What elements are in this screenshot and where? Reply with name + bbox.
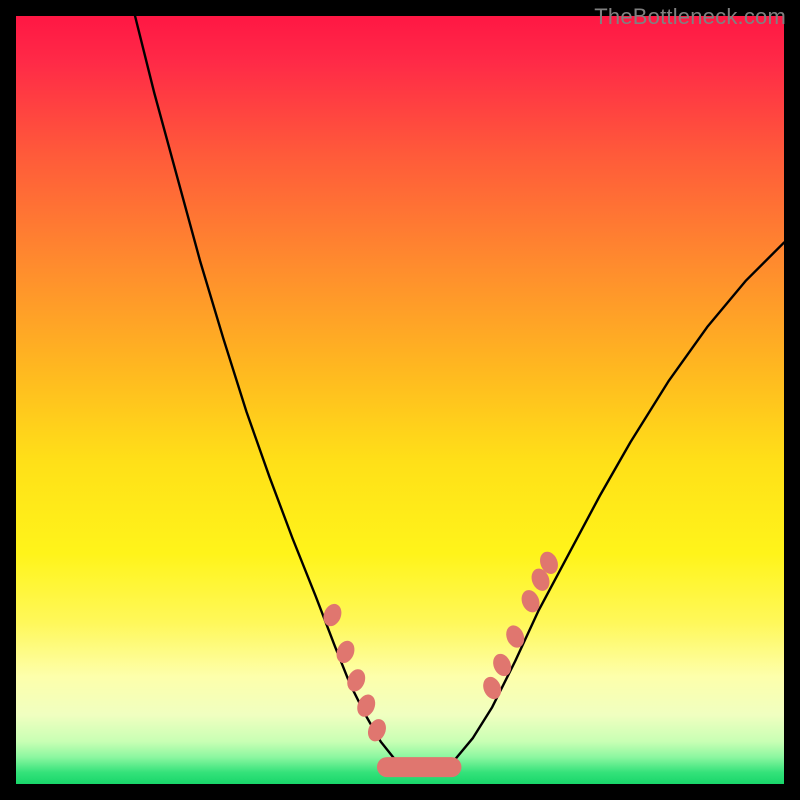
- marker-dot: [344, 666, 368, 694]
- watermark-label: TheBottleneck.com: [594, 4, 786, 30]
- marker-dot: [320, 601, 344, 629]
- marker-dot: [333, 638, 357, 666]
- chart-stage: TheBottleneck.com: [0, 0, 800, 800]
- marker-dot: [503, 623, 527, 651]
- marker-dot: [480, 674, 504, 702]
- marker-dot: [490, 651, 514, 679]
- chart-svg: [16, 16, 784, 784]
- curve-left-branch: [135, 16, 408, 769]
- marker-dot: [354, 692, 378, 720]
- floor-bar: [377, 757, 461, 777]
- plot-area: [16, 16, 784, 784]
